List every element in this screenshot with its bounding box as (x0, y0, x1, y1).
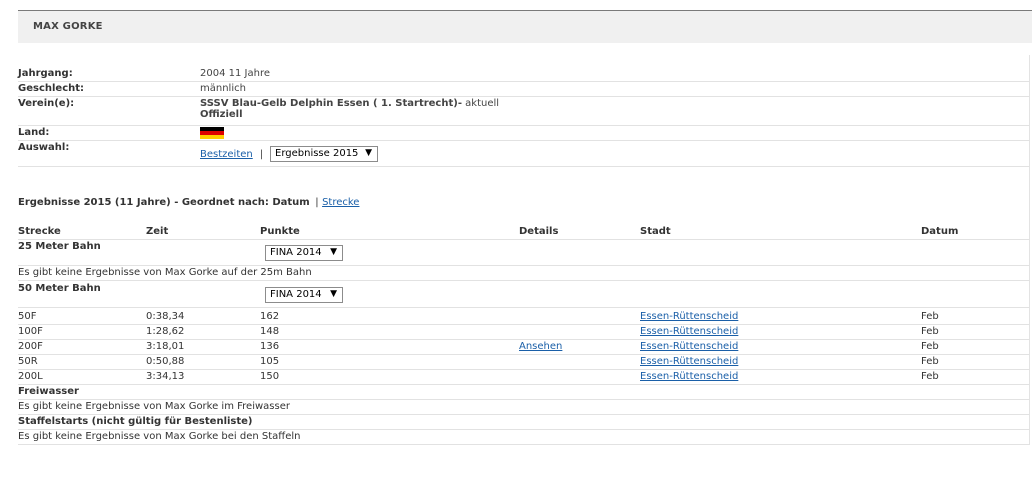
strecke-sort-link[interactable]: Strecke (322, 197, 359, 208)
bahn25-points-select[interactable]: FINA 2014 ▼ (265, 245, 343, 261)
bahn25-points-select-value: FINA 2014 (270, 247, 322, 258)
info-row-geschlecht: Geschlecht: männlich (18, 82, 1030, 97)
verein-value: SSSV Blau-Gelb Delphin Essen ( 1. Startr… (200, 98, 499, 120)
bahn50-header-row: 50 Meter Bahn FINA 2014 ▼ (18, 282, 1030, 308)
row-punkte: 150 (260, 371, 280, 382)
freiwasser-empty-row: Es gibt keine Ergebnisse von Max Gorke i… (18, 400, 1030, 415)
chevron-down-icon: ▼ (365, 148, 372, 158)
row-strecke: 200F (18, 341, 43, 352)
col-header-details: Details (519, 226, 559, 237)
row-strecke: 200L (18, 371, 43, 382)
chevron-down-icon: ▼ (330, 289, 337, 299)
germany-flag-icon (200, 127, 224, 139)
row-zeit: 3:34,13 (146, 371, 185, 382)
auswahl-separator: | (259, 149, 264, 160)
chevron-down-icon: ▼ (330, 247, 337, 257)
info-row-auswahl: Auswahl: Bestzeiten | Ergebnisse 2015 ▼ (18, 141, 1030, 167)
results-title: Ergebnisse 2015 (11 Jahre) - Geordnet na… (18, 197, 359, 208)
row-datum: Feb (921, 311, 939, 322)
bahn50-title: 50 Meter Bahn (18, 283, 101, 294)
table-row: 200F 3:18,01 136 Ansehen Essen-Rüttensch… (18, 340, 1030, 355)
table-row: 50F 0:38,34 162 Essen-Rüttenscheid Feb (18, 310, 1030, 325)
bahn25-empty-message: Es gibt keine Ergebnisse von Max Gorke a… (18, 267, 312, 278)
row-stadt-link[interactable]: Essen-Rüttenscheid (640, 356, 738, 367)
info-row-verein: Verein(e): SSSV Blau-Gelb Delphin Essen … (18, 97, 1030, 126)
row-details-link[interactable]: Ansehen (519, 341, 562, 352)
row-stadt-link[interactable]: Essen-Rüttenscheid (640, 311, 738, 322)
verein-label: Verein(e): (18, 98, 75, 109)
row-punkte: 136 (260, 341, 280, 352)
ergebnisse-year-select-value: Ergebnisse 2015 (275, 148, 359, 159)
bahn50-points-select-value: FINA 2014 (270, 289, 322, 300)
results-title-separator: | (315, 197, 319, 208)
freiwasser-empty-message: Es gibt keine Ergebnisse von Max Gorke i… (18, 401, 290, 412)
auswahl-controls: Bestzeiten | (200, 149, 263, 160)
row-strecke: 100F (18, 326, 43, 337)
table-row: 200L 3:34,13 150 Essen-Rüttenscheid Feb (18, 370, 1030, 385)
bahn25-header-row: 25 Meter Bahn FINA 2014 ▼ (18, 240, 1030, 266)
land-label: Land: (18, 127, 50, 138)
row-punkte: 162 (260, 311, 280, 322)
staffel-empty-message: Es gibt keine Ergebnisse von Max Gorke b… (18, 431, 301, 442)
verein-name: SSSV Blau-Gelb Delphin Essen ( 1. Startr… (200, 98, 462, 109)
row-datum: Feb (921, 341, 939, 352)
verein-status: aktuell (461, 98, 500, 109)
auswahl-label: Auswahl: (18, 142, 70, 153)
staffel-empty-row: Es gibt keine Ergebnisse von Max Gorke b… (18, 430, 1030, 445)
col-header-stadt: Stadt (640, 226, 671, 237)
col-header-zeit: Zeit (146, 226, 169, 237)
row-zeit: 0:50,88 (146, 356, 185, 367)
row-zeit: 1:28,62 (146, 326, 185, 337)
staffel-title: Staffelstarts (nicht gültig für Bestenli… (18, 416, 253, 427)
freiwasser-title: Freiwasser (18, 386, 79, 397)
jahrgang-value: 2004 11 Jahre (200, 68, 270, 79)
col-header-strecke: Strecke (18, 226, 61, 237)
geschlecht-label: Geschlecht: (18, 83, 85, 94)
row-strecke: 50F (18, 311, 37, 322)
table-row: 50R 0:50,88 105 Essen-Rüttenscheid Feb (18, 355, 1030, 370)
results-title-text: Ergebnisse 2015 (11 Jahre) - Geordnet na… (18, 197, 310, 208)
staffel-header-row: Staffelstarts (nicht gültig für Bestenli… (18, 415, 1030, 430)
col-header-datum: Datum (921, 226, 959, 237)
ergebnisse-year-select[interactable]: Ergebnisse 2015 ▼ (270, 146, 378, 162)
bahn25-title: 25 Meter Bahn (18, 241, 101, 252)
col-header-punkte: Punkte (260, 226, 300, 237)
row-stadt-link[interactable]: Essen-Rüttenscheid (640, 371, 738, 382)
results-table-header: Strecke Zeit Punkte Details Stadt Datum (18, 225, 1030, 240)
row-stadt-link[interactable]: Essen-Rüttenscheid (640, 341, 738, 352)
info-row-jahrgang: Jahrgang: 2004 11 Jahre (18, 67, 1030, 82)
row-datum: Feb (921, 356, 939, 367)
geschlecht-value: männlich (200, 83, 246, 94)
row-datum: Feb (921, 371, 939, 382)
row-punkte: 148 (260, 326, 280, 337)
row-zeit: 3:18,01 (146, 341, 185, 352)
table-row: 100F 1:28,62 148 Essen-Rüttenscheid Feb (18, 325, 1030, 340)
row-datum: Feb (921, 326, 939, 337)
bestzeiten-link[interactable]: Bestzeiten (200, 149, 253, 160)
row-strecke: 50R (18, 356, 38, 367)
verein-offiziell: Offiziell (200, 109, 243, 120)
athlete-header: MAX GORKE (18, 10, 1032, 43)
bahn50-points-select[interactable]: FINA 2014 ▼ (265, 287, 343, 303)
jahrgang-label: Jahrgang: (18, 68, 73, 79)
row-zeit: 0:38,34 (146, 311, 185, 322)
freiwasser-header-row: Freiwasser (18, 385, 1030, 400)
bahn25-empty-row: Es gibt keine Ergebnisse von Max Gorke a… (18, 266, 1030, 281)
athlete-name: MAX GORKE (33, 21, 103, 32)
info-row-land: Land: (18, 126, 1030, 141)
row-punkte: 105 (260, 356, 280, 367)
row-stadt-link[interactable]: Essen-Rüttenscheid (640, 326, 738, 337)
